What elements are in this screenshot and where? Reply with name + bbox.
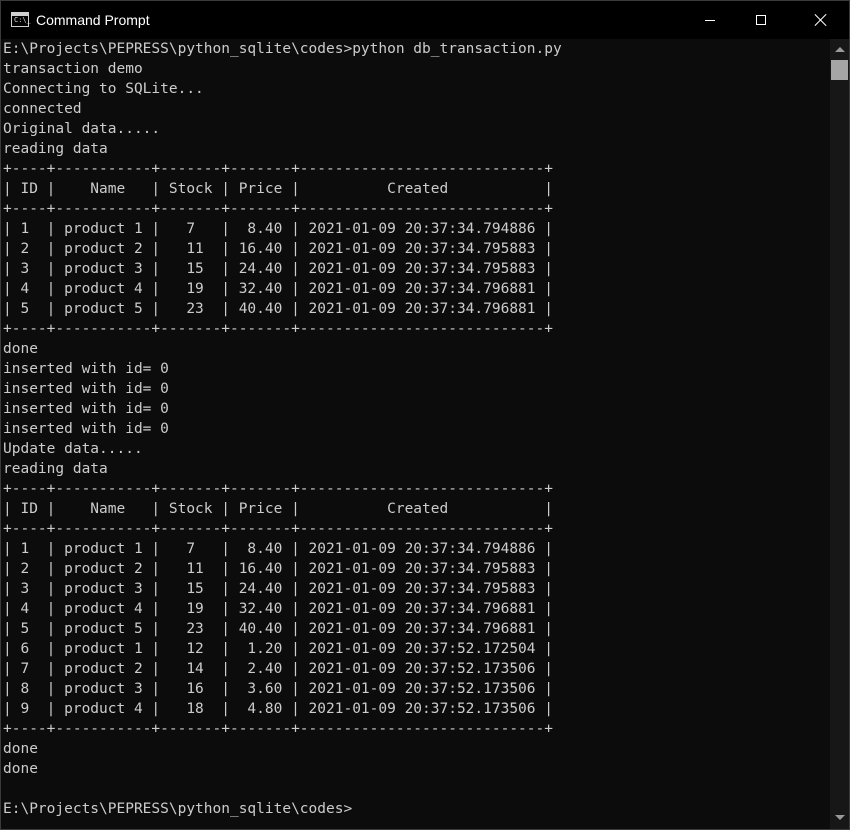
console-line: connected — [3, 101, 82, 117]
console-line: +----+-----------+-------+-------+------… — [3, 161, 553, 177]
console-line: | 7 | product 2 | 14 | 2.40 | 2021-01-09… — [3, 661, 553, 677]
console-line: | 9 | product 4 | 18 | 4.80 | 2021-01-09… — [3, 701, 553, 717]
console-line: | 3 | product 3 | 15 | 24.40 | 2021-01-0… — [3, 261, 553, 277]
scroll-up-arrow-icon — [834, 46, 845, 52]
console-line: | 4 | product 4 | 19 | 32.40 | 2021-01-0… — [3, 601, 553, 617]
console-line: +----+-----------+-------+-------+------… — [3, 321, 553, 337]
console-line: | 1 | product 1 | 7 | 8.40 | 2021-01-09 … — [3, 221, 553, 237]
console-icon-glyph: C:\_ — [14, 16, 31, 24]
console-line: done — [3, 741, 38, 757]
console-text: E:\Projects\PEPRESS\python_sqlite\codes>… — [1, 39, 829, 819]
scroll-up-button[interactable] — [830, 41, 849, 57]
console-line: | ID | Name | Stock | Price | Created | — [3, 181, 553, 197]
console-line: Update data..... — [3, 441, 143, 457]
maximize-icon — [756, 15, 766, 25]
console-line: | 5 | product 5 | 23 | 40.40 | 2021-01-0… — [3, 621, 553, 637]
console-line: inserted with id= 0 — [3, 421, 169, 437]
console-line: | 2 | product 2 | 11 | 16.40 | 2021-01-0… — [3, 241, 553, 257]
console-line: transaction demo — [3, 61, 143, 77]
maximize-button[interactable] — [738, 1, 784, 39]
console-line: | 5 | product 5 | 23 | 40.40 | 2021-01-0… — [3, 301, 553, 317]
console-line: reading data — [3, 141, 108, 157]
console-line: +----+-----------+-------+-------+------… — [3, 201, 553, 217]
console-line: | 6 | product 1 | 12 | 1.20 | 2021-01-09… — [3, 641, 553, 657]
title-bar[interactable]: C:\_ Command Prompt — [1, 1, 849, 39]
close-icon — [814, 13, 828, 27]
console-line: Connecting to SQLite... — [3, 81, 204, 97]
vertical-scrollbar[interactable] — [830, 39, 849, 829]
console-line: | ID | Name | Stock | Price | Created | — [3, 501, 553, 517]
console-line: done — [3, 341, 38, 357]
minimize-icon — [705, 19, 715, 21]
console-line: inserted with id= 0 — [3, 401, 169, 417]
console-line: | 8 | product 3 | 16 | 3.60 | 2021-01-09… — [3, 681, 553, 697]
console-line: | 2 | product 2 | 11 | 16.40 | 2021-01-0… — [3, 561, 553, 577]
console-line: inserted with id= 0 — [3, 381, 169, 397]
console-line: reading data — [3, 461, 108, 477]
command-prompt-window: C:\_ Command Prompt E:\Projects\PEPRESS\… — [0, 0, 850, 830]
window-title: Command Prompt — [36, 12, 150, 28]
scrollbar-thumb[interactable] — [831, 60, 848, 80]
close-button[interactable] — [798, 1, 844, 39]
minimize-button[interactable] — [687, 1, 733, 39]
console-line: | 4 | product 4 | 19 | 32.40 | 2021-01-0… — [3, 281, 553, 297]
console-line: +----+-----------+-------+-------+------… — [3, 721, 553, 737]
scroll-down-button[interactable] — [830, 809, 849, 825]
console-output[interactable]: E:\Projects\PEPRESS\python_sqlite\codes>… — [1, 39, 829, 829]
console-line: | 3 | product 3 | 15 | 24.40 | 2021-01-0… — [3, 581, 553, 597]
console-line: E:\Projects\PEPRESS\python_sqlite\codes> — [3, 801, 353, 817]
console-icon[interactable]: C:\_ — [11, 12, 31, 27]
console-line: +----+-----------+-------+-------+------… — [3, 521, 553, 537]
console-line: inserted with id= 0 — [3, 361, 169, 377]
console-line: | 1 | product 1 | 7 | 8.40 | 2021-01-09 … — [3, 541, 553, 557]
console-line: E:\Projects\PEPRESS\python_sqlite\codes>… — [3, 41, 562, 57]
scroll-down-arrow-icon — [834, 814, 845, 820]
console-line: done — [3, 761, 38, 777]
console-line: +----+-----------+-------+-------+------… — [3, 481, 553, 497]
console-line: Original data..... — [3, 121, 161, 137]
